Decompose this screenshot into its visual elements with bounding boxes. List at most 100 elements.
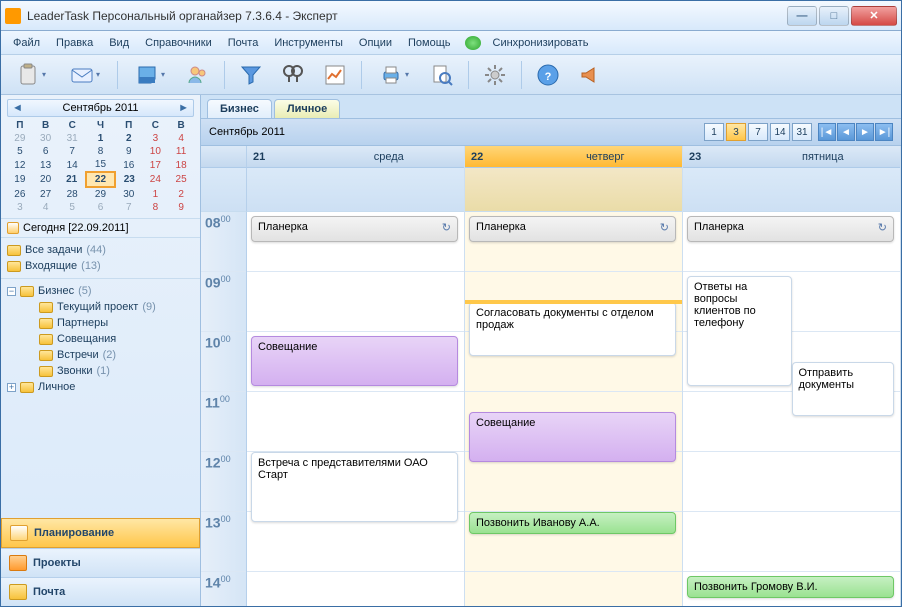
tree-current-project[interactable]: Текущий проект (9) xyxy=(3,299,198,315)
preview-button[interactable] xyxy=(426,59,458,91)
allday-22[interactable] xyxy=(465,168,682,212)
minical-day[interactable]: 8 xyxy=(142,201,168,214)
minical-day[interactable]: 13 xyxy=(33,158,59,172)
menu-sync[interactable]: Синхронизировать xyxy=(485,33,597,53)
tree-personal[interactable]: +Личное xyxy=(3,379,198,395)
minical-day[interactable]: 7 xyxy=(115,201,142,214)
tree-meetings-folder[interactable]: Совещания xyxy=(3,331,198,347)
minical-day[interactable]: 9 xyxy=(115,145,142,158)
view-1-days[interactable]: 1 xyxy=(704,123,724,141)
minical-day[interactable]: 17 xyxy=(142,158,168,172)
maximize-button[interactable]: □ xyxy=(819,6,849,26)
minical-day[interactable]: 3 xyxy=(7,201,33,214)
minical-day[interactable]: 7 xyxy=(58,145,85,158)
day-body-22[interactable]: ↻Планерка Согласовать документы с отдело… xyxy=(465,212,683,606)
print-button[interactable]: ▾ xyxy=(372,59,416,91)
section-mail[interactable]: Почта xyxy=(1,577,200,606)
cal-prev[interactable]: ◄ xyxy=(837,123,855,141)
tree-all-tasks[interactable]: Все задачи (44) xyxy=(3,242,198,258)
minical-day[interactable]: 11 xyxy=(168,145,194,158)
minical-day[interactable]: 22 xyxy=(86,172,115,187)
day-body-21[interactable]: ↻Планерка Совещание Встреча с представит… xyxy=(247,212,465,606)
minical-day[interactable]: 6 xyxy=(33,145,59,158)
tree-business[interactable]: −Бизнес (5) xyxy=(3,283,198,299)
minical-day[interactable]: 4 xyxy=(168,132,194,145)
minical-day[interactable]: 14 xyxy=(58,158,85,172)
event-meeting-21a[interactable]: Совещание xyxy=(251,336,458,386)
tree-partners[interactable]: Партнеры xyxy=(3,315,198,331)
filter-button[interactable] xyxy=(235,59,267,91)
minical-day[interactable]: 4 xyxy=(33,201,59,214)
tab-personal[interactable]: Личное xyxy=(274,99,340,118)
mail-button[interactable]: ▾ xyxy=(63,59,107,91)
minical-day[interactable]: 9 xyxy=(168,201,194,214)
clipboard-button[interactable]: ▾ xyxy=(9,59,53,91)
tree-inbox[interactable]: Входящие (13) xyxy=(3,258,198,274)
event-answers-23[interactable]: Ответы на вопросы клиентов по телефону xyxy=(687,276,792,386)
event-planerka-22[interactable]: ↻Планерка xyxy=(469,216,676,242)
menu-tools[interactable]: Инструменты xyxy=(266,33,351,53)
cal-first[interactable]: |◄ xyxy=(818,123,836,141)
minical-day[interactable]: 23 xyxy=(115,172,142,187)
menu-references[interactable]: Справочники xyxy=(137,33,220,53)
minical-day[interactable]: 12 xyxy=(7,158,33,172)
day-column-23[interactable]: 23пятница xyxy=(683,146,901,212)
allday-23[interactable] xyxy=(683,168,900,212)
tab-business[interactable]: Бизнес xyxy=(207,99,272,118)
event-planerka-21[interactable]: ↻Планерка xyxy=(251,216,458,242)
inbox-button[interactable]: ▾ xyxy=(128,59,172,91)
section-projects[interactable]: Проекты xyxy=(1,548,200,577)
search-button[interactable] xyxy=(277,59,309,91)
cal-last[interactable]: ►| xyxy=(875,123,893,141)
minical-day[interactable]: 31 xyxy=(58,132,85,145)
minical-day[interactable]: 6 xyxy=(86,201,115,214)
minical-day[interactable]: 20 xyxy=(33,172,59,187)
event-planerka-23[interactable]: ↻Планерка xyxy=(687,216,894,242)
section-planning[interactable]: Планирование xyxy=(1,518,200,548)
announce-button[interactable] xyxy=(574,59,606,91)
minical-day[interactable]: 29 xyxy=(7,132,33,145)
view-3-days[interactable]: 3 xyxy=(726,123,746,141)
minical-prev[interactable]: ◄ xyxy=(12,102,23,114)
view-14-days[interactable]: 14 xyxy=(770,123,790,141)
event-call-gromov[interactable]: Позвонить Громову В.И. xyxy=(687,576,894,598)
minical-day[interactable]: 5 xyxy=(7,145,33,158)
event-call-ivanov[interactable]: Позвонить Иванову А.А. xyxy=(469,512,676,534)
minical-day[interactable]: 5 xyxy=(58,201,85,214)
view-31-days[interactable]: 31 xyxy=(792,123,812,141)
day-column-22[interactable]: 22четверг xyxy=(465,146,683,212)
minical-day[interactable]: 21 xyxy=(58,172,85,187)
minical-next[interactable]: ► xyxy=(178,102,189,114)
event-meeting-22[interactable]: Совещание xyxy=(469,412,676,462)
tree-meets[interactable]: Встречи (2) xyxy=(3,347,198,363)
close-button[interactable]: ✕ xyxy=(851,6,897,26)
menu-mail[interactable]: Почта xyxy=(220,33,267,53)
event-oao-start[interactable]: Встреча с представителями ОАО Старт xyxy=(251,452,458,522)
cal-next[interactable]: ► xyxy=(856,123,874,141)
help-button[interactable]: ? xyxy=(532,59,564,91)
minical-grid[interactable]: ПВСЧПСВ293031123456789101112131415161718… xyxy=(7,119,194,214)
minical-day[interactable]: 24 xyxy=(142,172,168,187)
menu-view[interactable]: Вид xyxy=(101,33,137,53)
settings-button[interactable] xyxy=(479,59,511,91)
allday-21[interactable] xyxy=(247,168,464,212)
menu-edit[interactable]: Правка xyxy=(48,33,101,53)
menu-options[interactable]: Опции xyxy=(351,33,400,53)
minical-day[interactable]: 2 xyxy=(168,187,194,201)
minical-day[interactable]: 27 xyxy=(33,187,59,201)
minimize-button[interactable]: ― xyxy=(787,6,817,26)
minical-day[interactable]: 1 xyxy=(86,132,115,145)
minical-day[interactable]: 1 xyxy=(142,187,168,201)
minical-day[interactable]: 18 xyxy=(168,158,194,172)
minical-day[interactable]: 28 xyxy=(58,187,85,201)
collapse-icon[interactable]: − xyxy=(7,287,16,296)
menu-help[interactable]: Помощь xyxy=(400,33,459,53)
contacts-button[interactable] xyxy=(182,59,214,91)
view-7-days[interactable]: 7 xyxy=(748,123,768,141)
minical-day[interactable]: 30 xyxy=(115,187,142,201)
minical-day[interactable]: 3 xyxy=(142,132,168,145)
minical-day[interactable]: 30 xyxy=(33,132,59,145)
event-send-docs-23[interactable]: Отправить документы xyxy=(792,362,895,416)
minical-day[interactable]: 10 xyxy=(142,145,168,158)
minical-day[interactable]: 8 xyxy=(86,145,115,158)
